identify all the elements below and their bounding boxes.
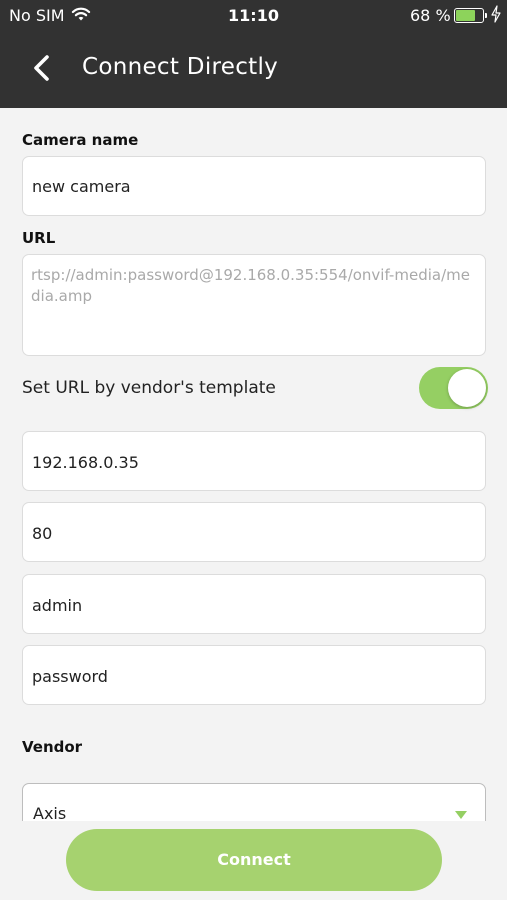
dropdown-caret-icon bbox=[455, 811, 467, 819]
password-value: password bbox=[32, 667, 108, 686]
template-toggle-label: Set URL by vendor's template bbox=[22, 378, 276, 398]
camera-name-value: new camera bbox=[32, 177, 131, 196]
ip-address-input[interactable]: 192.168.0.35 bbox=[22, 431, 486, 491]
toggle-knob bbox=[448, 369, 486, 407]
app-header: No SIM 11:10 68 % Connect Directly bbox=[0, 0, 507, 108]
battery-percent: 68 % bbox=[410, 6, 451, 25]
ip-address-value: 192.168.0.35 bbox=[32, 453, 139, 472]
battery-fill bbox=[456, 10, 476, 21]
vendor-template-toggle[interactable] bbox=[419, 367, 488, 409]
url-input[interactable]: rtsp://admin:password@192.168.0.35:554/o… bbox=[22, 254, 486, 356]
page-title: Connect Directly bbox=[82, 54, 279, 80]
battery-icon bbox=[454, 8, 487, 23]
password-input[interactable]: password bbox=[22, 645, 486, 705]
camera-name-label: Camera name bbox=[22, 131, 139, 149]
connect-button[interactable]: Connect bbox=[66, 829, 442, 891]
port-value: 80 bbox=[32, 524, 53, 543]
username-input[interactable]: admin bbox=[22, 574, 486, 634]
camera-name-input[interactable]: new camera bbox=[22, 156, 486, 216]
url-placeholder: rtsp://admin:password@192.168.0.35:554/o… bbox=[31, 266, 470, 305]
status-bar: No SIM 11:10 68 % bbox=[0, 0, 507, 32]
vendor-label: Vendor bbox=[22, 738, 83, 756]
back-chevron-icon[interactable] bbox=[30, 53, 54, 83]
url-label: URL bbox=[22, 229, 56, 247]
charging-bolt-icon bbox=[491, 5, 501, 23]
battery-nub bbox=[485, 13, 487, 18]
port-input[interactable]: 80 bbox=[22, 502, 486, 562]
username-value: admin bbox=[32, 596, 83, 615]
